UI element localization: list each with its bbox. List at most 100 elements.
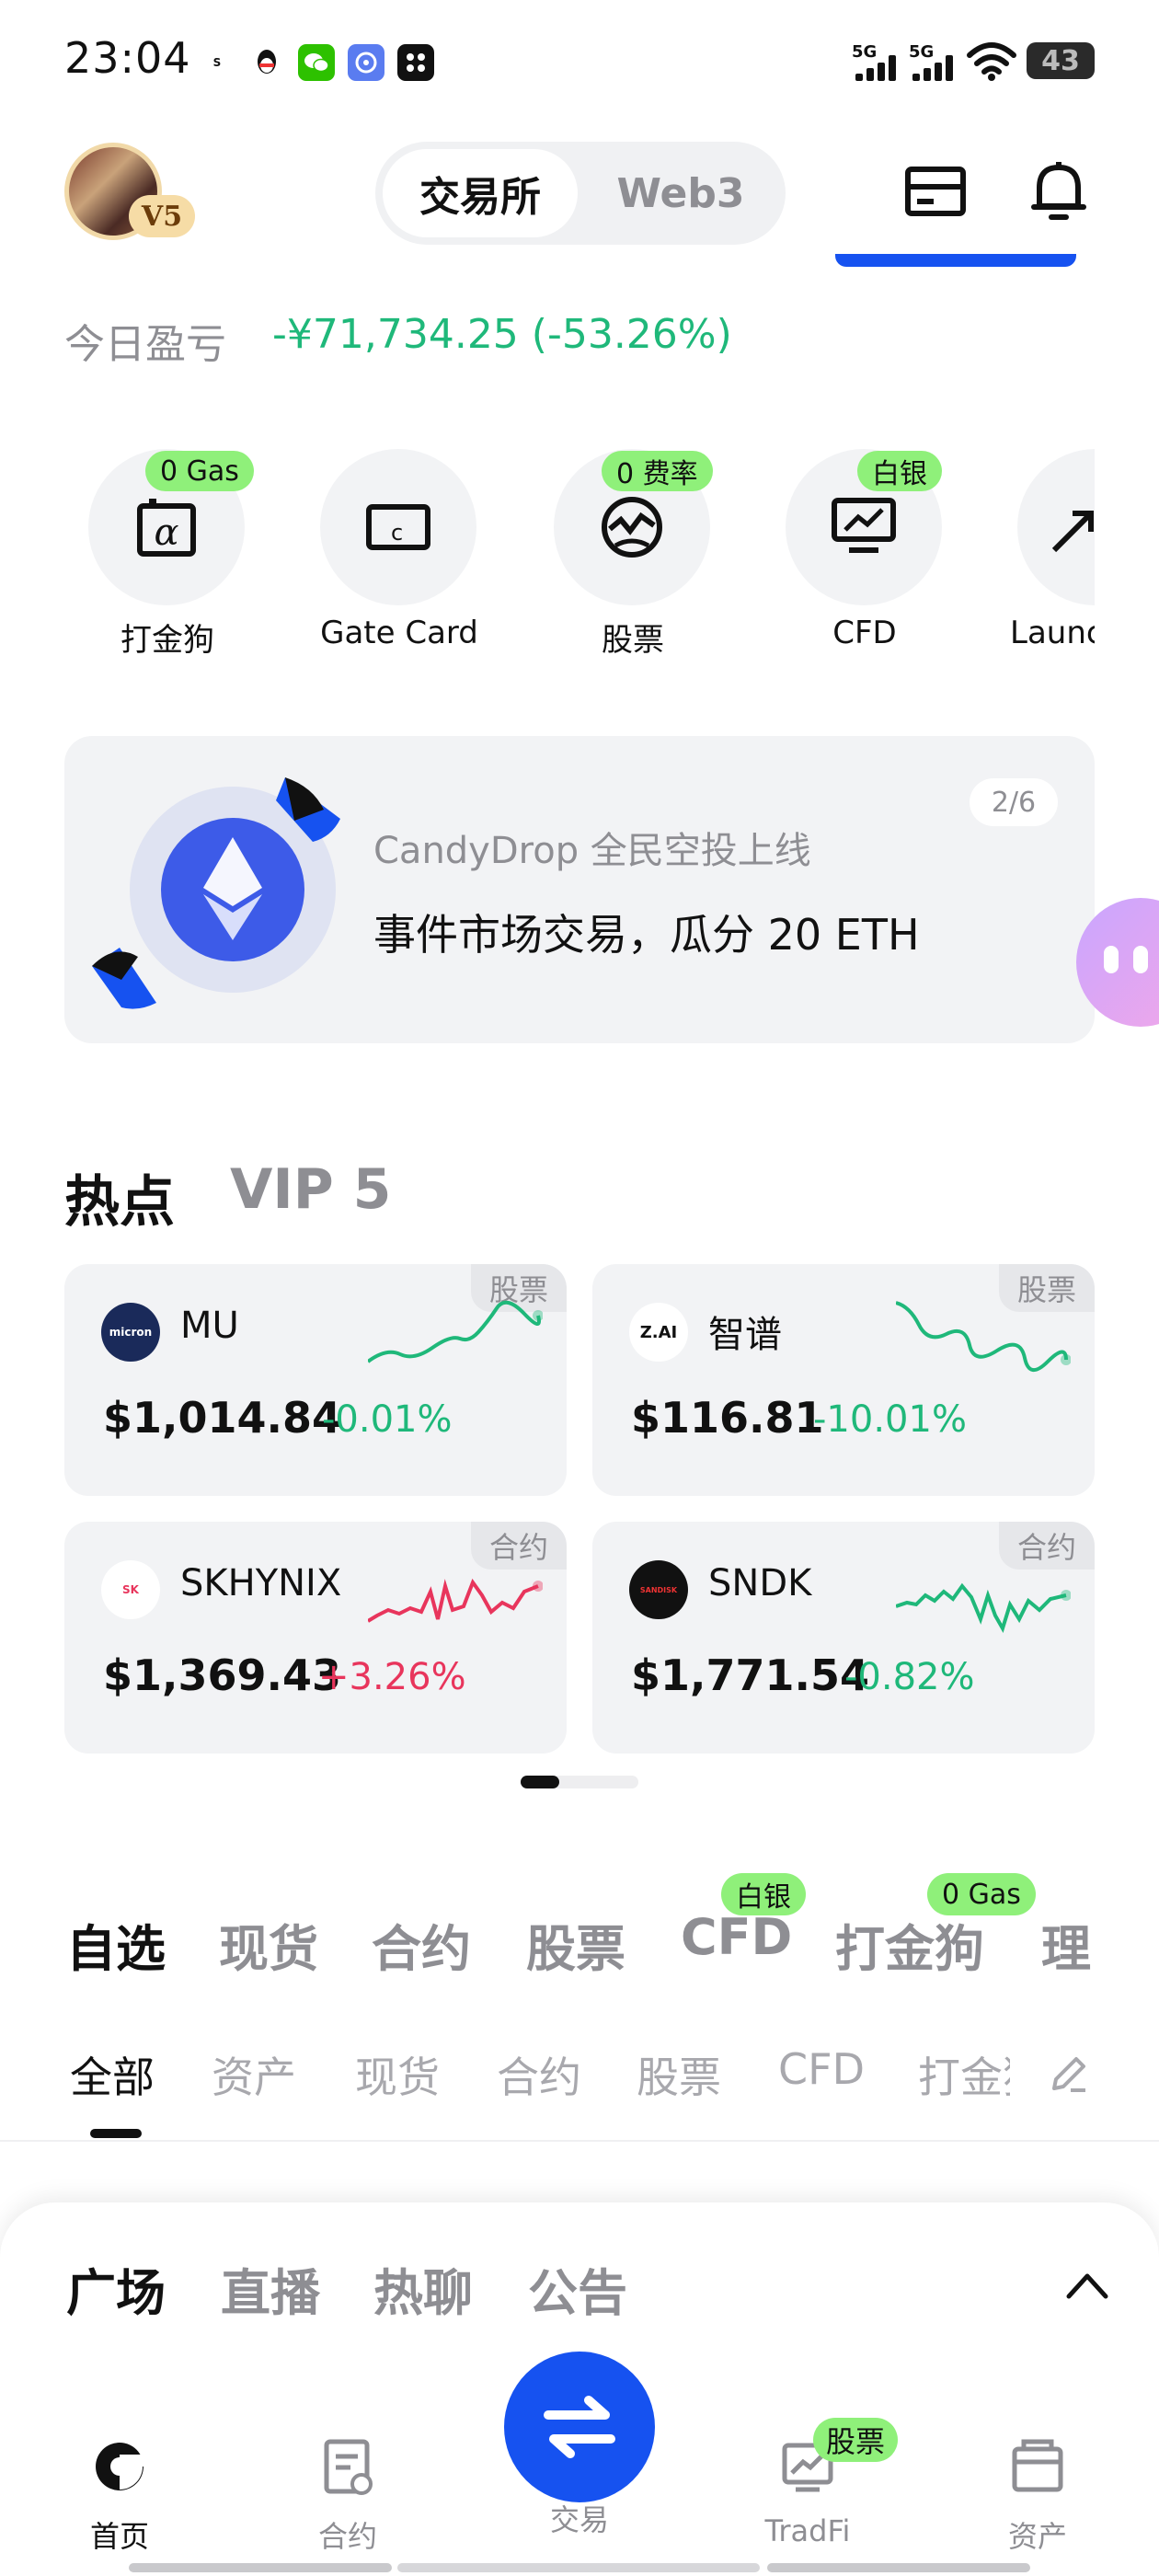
- nav-tradfi-label: TradFi: [764, 2513, 851, 2548]
- home-icon: [96, 2443, 143, 2490]
- hot-card-zhipu[interactable]: 股票 Z.AI 智谱 $116.81 -10.01%: [592, 1264, 1095, 1496]
- nav-trade[interactable]: 交易: [488, 2497, 671, 2539]
- home-indicator-right: [767, 2563, 1030, 2572]
- nav-assets-label: 资产: [1007, 2519, 1067, 2554]
- subtab-spot[interactable]: 现货: [355, 2044, 440, 2105]
- futures-icon: [324, 2439, 373, 2495]
- signal-bars-icon-2: [912, 53, 955, 81]
- svg-text:α: α: [154, 512, 178, 554]
- stocks-globe-icon: [602, 497, 662, 558]
- card-name: 智谱: [708, 1314, 782, 1356]
- wifi-icon: [966, 40, 1017, 81]
- chart-monitor-icon: [832, 498, 896, 553]
- battery-level: 43: [1041, 44, 1080, 77]
- edit-icon[interactable]: [1047, 2052, 1091, 2096]
- nav-tag-stocks: 股票: [813, 2418, 899, 2462]
- nav-home[interactable]: 首页: [28, 2436, 212, 2556]
- hot-vip[interactable]: VIP 5: [230, 1157, 391, 1222]
- banner-pager: 2/6: [970, 778, 1058, 826]
- grid-app-icon: [397, 44, 434, 81]
- tab-stocks[interactable]: 股票: [526, 1908, 625, 1981]
- quick-label-stocks: 股票: [602, 622, 664, 659]
- bell-icon[interactable]: [1028, 158, 1089, 224]
- subtab-stocks[interactable]: 股票: [637, 2044, 721, 2105]
- card-change: +3.26%: [318, 1656, 466, 1698]
- sant-app-icon: S: [199, 44, 235, 81]
- subtab-assets[interactable]: 资产: [212, 2044, 296, 2105]
- chevron-up-icon[interactable]: [1065, 2269, 1109, 2302]
- tab-cfd[interactable]: CFD: [681, 1908, 792, 1966]
- quick-launch[interactable]: [1017, 449, 1095, 605]
- divider: [0, 2140, 1159, 2142]
- quick-label-gate-card: Gate Card: [320, 615, 478, 651]
- segment-web3[interactable]: Web3: [589, 149, 773, 237]
- subtab-futures[interactable]: 合约: [497, 2044, 581, 2105]
- sparkline: [368, 1300, 543, 1363]
- svg-text:c: c: [391, 520, 403, 546]
- tab-more[interactable]: 理: [1041, 1908, 1095, 1981]
- subtab-all[interactable]: 全部: [70, 2044, 155, 2105]
- tab-spot[interactable]: 现货: [219, 1908, 318, 1981]
- quick-label-cfd: CFD: [832, 615, 897, 651]
- subtab-indicator: [90, 2129, 142, 2138]
- skhynix-logo: SK: [101, 1560, 160, 1619]
- promo-banner[interactable]: [64, 736, 1095, 1043]
- tab-tag-gas: 0 Gas: [927, 1873, 1036, 1915]
- nav-futures[interactable]: 合约: [256, 2436, 440, 2556]
- quick-tag-silver: 白银: [857, 451, 942, 491]
- dajingou-icon: α: [137, 499, 196, 557]
- sparkline: [896, 1582, 1071, 1634]
- quick-tag-gas: 0 Gas: [145, 451, 254, 491]
- nav-assets[interactable]: 资产: [946, 2436, 1130, 2556]
- sheet-tab-announcements[interactable]: 公告: [528, 2252, 627, 2325]
- card-price: $1,771.54: [631, 1650, 869, 1700]
- launch-icon: [1051, 511, 1094, 553]
- card-icon[interactable]: [903, 164, 968, 219]
- quick-label-dajingou: 打金狗: [120, 622, 214, 659]
- hot-card-mu[interactable]: 股票 micron MU $1,014.84 -0.01%: [64, 1264, 567, 1496]
- pnl-value: -¥71,734.25 (-53.26%): [272, 311, 732, 358]
- quick-label-launch: Launc: [1010, 615, 1095, 651]
- card-price: $116.81: [631, 1393, 824, 1443]
- sheet-tab-chat[interactable]: 热聊: [373, 2252, 473, 2325]
- hot-pager-dots: [521, 1776, 638, 1788]
- micron-logo: micron: [101, 1303, 160, 1362]
- tab-tag-silver: 白银: [721, 1873, 806, 1915]
- eth-candy-icon: [92, 777, 340, 1009]
- vip-badge: V5: [129, 195, 195, 237]
- home-indicator-mid: [397, 2563, 760, 2572]
- banner-subtitle: CandyDrop 全民空投上线: [373, 830, 811, 872]
- segment-exchange[interactable]: 交易所: [383, 149, 578, 237]
- nav-trade-label: 交易: [549, 2502, 609, 2537]
- card-price: $1,369.43: [103, 1650, 341, 1700]
- tab-watchlist[interactable]: 自选: [66, 1908, 166, 1981]
- sheet-tab-square[interactable]: 广场: [66, 2252, 166, 2325]
- signal-bars-icon: [855, 53, 898, 81]
- battery-indicator: 43: [1027, 42, 1095, 79]
- status-time: 23:04: [64, 33, 191, 83]
- sandisk-logo: SANDISK: [629, 1560, 688, 1619]
- sparkline: [896, 1301, 1071, 1372]
- subtab-dajingou[interactable]: 打金狗: [918, 2044, 1010, 2105]
- card-name: MU: [180, 1305, 239, 1347]
- quick-gate-card[interactable]: c: [320, 449, 476, 605]
- wechat-icon: [298, 44, 335, 81]
- home-indicator: [129, 2563, 392, 2572]
- banner-title: 事件市场交易，瓜分 20 ETH: [373, 910, 920, 960]
- hot-card-sndk[interactable]: 合约 SANDISK SNDK $1,771.54 -0.82%: [592, 1522, 1095, 1754]
- hot-title: 热点: [64, 1170, 175, 1235]
- header-accent-bar: [835, 254, 1076, 267]
- hot-card-skhynix[interactable]: 合约 SK SKHYNIX $1,369.43 +3.26%: [64, 1522, 567, 1754]
- card-change: -10.01%: [813, 1398, 967, 1441]
- card-price: $1,014.84: [103, 1393, 341, 1443]
- card-name: SKHYNIX: [180, 1562, 342, 1604]
- tab-futures[interactable]: 合约: [372, 1908, 471, 1981]
- trade-button[interactable]: [504, 2352, 655, 2502]
- card-change: -0.82%: [844, 1656, 975, 1698]
- tab-dajingou[interactable]: 打金狗: [835, 1908, 984, 1981]
- swap-icon: [544, 2396, 615, 2458]
- wallet-icon: [1012, 2439, 1063, 2492]
- subtab-cfd[interactable]: CFD: [778, 2044, 865, 2094]
- sheet-tab-live[interactable]: 直播: [221, 2252, 320, 2325]
- sparkline: [368, 1578, 543, 1623]
